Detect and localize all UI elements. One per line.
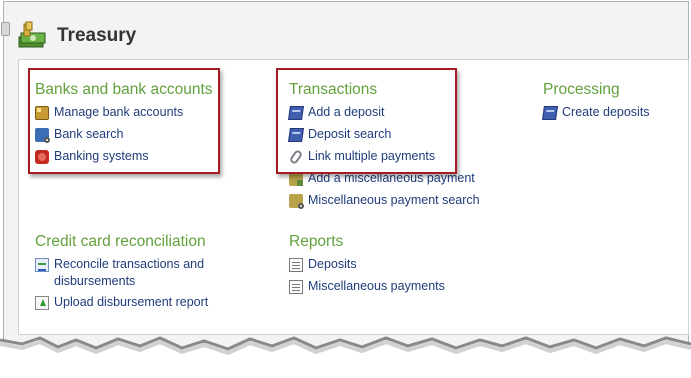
section-credit-card: Credit card reconciliation Reconcile tra… <box>35 232 226 316</box>
link-label[interactable]: Reconcile transactions and disbursements <box>54 256 226 290</box>
section-title-credit-card: Credit card reconciliation <box>35 233 206 250</box>
app-window: Treasury Banks and bank accounts Manage … <box>1 1 689 372</box>
link-label[interactable]: Miscellaneous payments <box>308 278 445 295</box>
page-header: Treasury <box>17 19 136 53</box>
link-add-misc-payment[interactable]: Add a miscellaneous payment <box>289 170 480 192</box>
reconcile-icon <box>35 258 49 272</box>
section-transactions: Transactions Add a deposit Deposit searc… <box>288 80 480 214</box>
link-label[interactable]: Bank search <box>54 126 123 143</box>
torn-edge-shadow <box>0 336 691 378</box>
misc-payment-icon <box>289 172 303 186</box>
deposit-icon <box>542 106 558 120</box>
link-label[interactable]: Miscellaneous payment search <box>308 192 480 209</box>
link-label[interactable]: Banking systems <box>54 148 148 165</box>
collapse-handle[interactable] <box>1 22 10 36</box>
link-upload-disbursement-report[interactable]: Upload disbursement report <box>35 294 226 316</box>
link-label[interactable]: Create deposits <box>562 104 650 121</box>
link-deposit-search[interactable]: Deposit search <box>288 126 480 148</box>
link-reconcile-transactions[interactable]: Reconcile transactions and disbursements <box>35 256 226 294</box>
link-banking-systems[interactable]: Banking systems <box>35 148 213 170</box>
link-misc-payment-search[interactable]: Miscellaneous payment search <box>289 192 480 214</box>
section-title-banks: Banks and bank accounts <box>35 81 213 98</box>
link-label[interactable]: Manage bank accounts <box>54 104 183 121</box>
section-title-processing: Processing <box>543 81 620 98</box>
section-processing: Processing Create deposits <box>542 80 650 126</box>
link-report-deposits[interactable]: Deposits <box>289 256 445 278</box>
link-label[interactable]: Add a deposit <box>308 104 384 121</box>
section-reports: Reports Deposits Miscellaneous payments <box>289 232 445 300</box>
link-label[interactable]: Link multiple payments <box>308 148 435 165</box>
deposit-icon <box>288 106 304 120</box>
banking-system-icon <box>35 150 49 164</box>
bank-icon <box>35 106 49 120</box>
page-title: Treasury <box>57 25 137 46</box>
paperclip-icon <box>288 148 304 166</box>
link-link-multiple-payments[interactable]: Link multiple payments <box>288 148 480 170</box>
link-manage-bank-accounts[interactable]: Manage bank accounts <box>35 104 213 126</box>
treasury-panel: Banks and bank accounts Manage bank acco… <box>18 59 689 335</box>
link-bank-search[interactable]: Bank search <box>35 126 213 148</box>
link-label[interactable]: Add a miscellaneous payment <box>308 170 475 187</box>
upload-icon <box>35 296 49 310</box>
bank-search-icon <box>35 128 50 143</box>
link-report-misc-payments[interactable]: Miscellaneous payments <box>289 278 445 300</box>
section-banks: Banks and bank accounts Manage bank acco… <box>35 80 213 170</box>
report-icon <box>289 280 303 294</box>
misc-payment-search-icon <box>289 194 304 209</box>
link-add-deposit[interactable]: Add a deposit <box>288 104 480 126</box>
treasury-money-icon <box>17 21 47 51</box>
deposit-search-icon <box>288 128 304 142</box>
section-title-reports: Reports <box>289 233 344 250</box>
link-label[interactable]: Deposit search <box>308 126 391 143</box>
link-label[interactable]: Deposits <box>308 256 357 273</box>
link-create-deposits[interactable]: Create deposits <box>542 104 650 126</box>
section-title-transactions: Transactions <box>289 81 378 98</box>
report-icon <box>289 258 303 272</box>
link-label[interactable]: Upload disbursement report <box>54 294 208 311</box>
